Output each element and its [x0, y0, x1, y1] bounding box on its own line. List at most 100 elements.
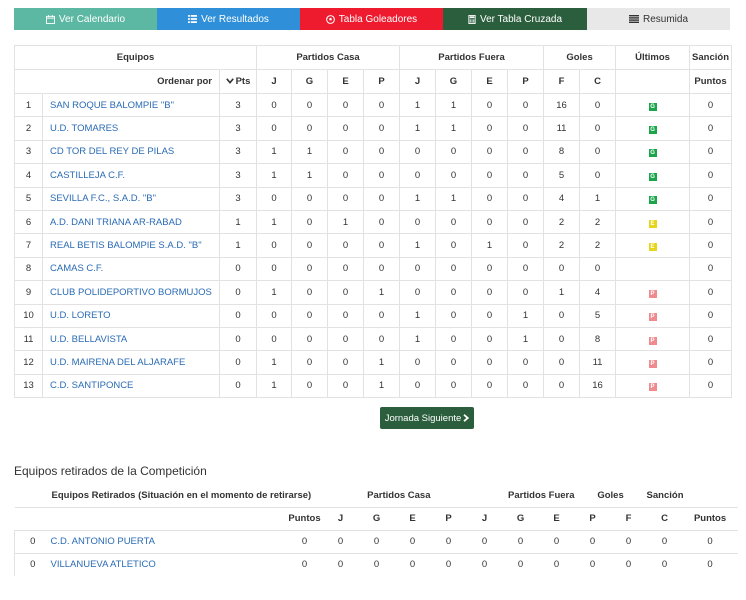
goals-f-cell: 11 — [543, 116, 581, 141]
last-result-badge: P — [648, 289, 657, 298]
home-g-cell: 0 — [291, 326, 328, 352]
last-result-cell: G — [615, 116, 691, 141]
retired-home-e-cell: 0 — [394, 552, 431, 576]
goals-c-cell: 2 — [579, 209, 617, 235]
home-e-cell: 0 — [327, 350, 364, 375]
calculator-icon — [468, 14, 476, 24]
retired-team-name-link[interactable]: VILLANUEVA ATLETICO — [50, 552, 287, 576]
retired-header-blank — [14, 506, 287, 530]
scorers-button[interactable]: Tabla Goleadores — [300, 8, 443, 30]
team-name-link[interactable]: REAL BETIS BALOMPIE S.A.D. "B" — [42, 233, 220, 258]
away-g-cell: 1 — [435, 186, 472, 211]
retired-home-g-cell: 0 — [358, 529, 395, 553]
col-home-p: P — [363, 69, 400, 94]
home-j-cell: 1 — [256, 209, 292, 235]
last-result-badge: G — [648, 196, 657, 205]
retired-home-j-cell: 0 — [322, 552, 359, 576]
retired-col-away-g: G — [502, 506, 539, 530]
away-j-cell: 0 — [399, 163, 436, 188]
away-p-cell: 0 — [506, 280, 545, 305]
summary-button[interactable]: Resumida — [587, 8, 730, 30]
goals-c-cell: 8 — [579, 326, 617, 352]
retired-team-name-link[interactable]: C.D. ANTONIO PUERTA — [50, 529, 287, 553]
team-name-link[interactable]: A.D. DANI TRIANA AR-RABAD — [42, 209, 220, 235]
pos-cell: 4 — [14, 163, 43, 188]
sort-pts-header[interactable]: Pts — [219, 69, 257, 94]
last-result-cell: E — [615, 209, 691, 235]
summary-list-icon — [628, 15, 639, 23]
next-matchday-button[interactable]: Jornada Siguiente — [380, 407, 474, 429]
retired-home-p-cell: 0 — [430, 552, 467, 576]
penalty-points-cell: 0 — [689, 163, 733, 188]
team-name-link[interactable]: U.D. LORETO — [42, 303, 220, 328]
away-e-cell: 0 — [471, 326, 508, 352]
retired-col-away-e: E — [538, 506, 575, 530]
home-e-cell: 0 — [327, 186, 364, 211]
home-g-cell: 0 — [291, 233, 328, 258]
team-name-link[interactable]: SAN ROQUE BALOMPIE "B" — [42, 92, 220, 118]
home-p-cell: 0 — [363, 186, 400, 211]
team-name-link[interactable]: CASTILLEJA C.F. — [42, 163, 220, 188]
standings-table: Equipos Partidos Casa Partidos Fuera Gol… — [14, 45, 733, 399]
retired-col-away-p: P — [574, 506, 611, 530]
retired-away-p-cell: 0 — [574, 552, 611, 576]
team-name-link[interactable]: C.D. SANTIPONCE — [42, 373, 220, 399]
team-name-link[interactable]: CD TOR DEL REY DE PILAS — [42, 139, 220, 165]
retired-goals-c-cell: 0 — [646, 529, 683, 553]
home-g-cell: 0 — [291, 373, 328, 399]
pts-cell: 0 — [219, 303, 257, 328]
team-name-link[interactable]: SEVILLA F.C., S.A.D. "B" — [42, 186, 220, 211]
retired-away-e-cell: 0 — [538, 552, 575, 576]
away-p-cell: 0 — [506, 256, 545, 282]
retired-col-home-j: J — [322, 506, 359, 530]
away-e-cell: 0 — [471, 139, 508, 165]
pts-cell: 0 — [219, 350, 257, 375]
retired-col-goals-f: F — [610, 506, 647, 530]
pts-cell: 3 — [219, 139, 257, 165]
team-name-link[interactable]: U.D. MAIRENA DEL ALJARAFE — [42, 350, 220, 375]
goals-c-cell: 0 — [579, 116, 617, 141]
calendar-button[interactable]: Ver Calendario — [14, 8, 157, 30]
cross-table-button[interactable]: Ver Tabla Cruzada — [443, 8, 587, 30]
last-result-badge: G — [648, 102, 657, 111]
goals-f-cell: 0 — [543, 350, 581, 375]
pts-cell: 0 — [219, 326, 257, 352]
home-g-cell: 0 — [291, 303, 328, 328]
retired-pos-cell: 0 — [14, 529, 51, 553]
away-j-cell: 1 — [399, 116, 436, 141]
home-g-cell: 0 — [291, 209, 328, 235]
results-label: Ver Resultados — [201, 13, 269, 25]
team-name-link[interactable]: CAMAS C.F. — [42, 256, 220, 282]
team-name-link[interactable]: U.D. BELLAVISTA — [42, 326, 220, 352]
goals-f-cell: 0 — [543, 256, 581, 282]
last-result-cell: P — [615, 373, 691, 399]
last-result-cell: G — [615, 139, 691, 165]
retired-table: Equipos Retirados (Situación en el momen… — [14, 484, 738, 576]
retired-goals-c-cell: 0 — [646, 552, 683, 576]
last-result-badge: P — [648, 313, 657, 322]
away-e-cell: 0 — [471, 350, 508, 375]
home-p-cell: 0 — [363, 233, 400, 258]
away-j-cell: 0 — [399, 280, 436, 305]
retired-col-sancion: Sanción — [646, 489, 684, 501]
home-p-cell: 1 — [363, 373, 400, 399]
away-p-cell: 0 — [506, 233, 545, 258]
pos-cell: 10 — [14, 303, 43, 328]
away-g-cell: 0 — [435, 280, 472, 305]
away-g-cell: 0 — [435, 139, 472, 165]
home-e-cell: 0 — [327, 280, 364, 305]
table-row: 3 CD TOR DEL REY DE PILAS 3 1 1 0 0 0 0 0 0 8 0 G 0 — [14, 139, 733, 165]
away-g-cell: 0 — [435, 233, 472, 258]
last-result-badge: E — [648, 219, 657, 228]
retired-table-row: 0 VILLANUEVA ATLETICO 0 0 0 0 0 0 0 0 0 0 0 0 — [14, 552, 738, 576]
summary-label: Resumida — [642, 13, 689, 25]
away-g-cell: 0 — [435, 256, 472, 282]
home-g-cell: 0 — [291, 256, 328, 282]
goals-c-cell: 0 — [579, 92, 617, 118]
team-name-link[interactable]: CLUB POLIDEPORTIVO BORMUJOS — [42, 280, 220, 305]
team-name-link[interactable]: U.D. TOMARES — [42, 116, 220, 141]
results-button[interactable]: Ver Resultados — [157, 8, 300, 30]
pts-cell: 3 — [219, 92, 257, 118]
table-row: 9 CLUB POLIDEPORTIVO BORMUJOS 0 1 0 0 1 0 0 0 0 1 4 P… — [14, 280, 733, 305]
home-j-cell: 0 — [256, 233, 292, 258]
